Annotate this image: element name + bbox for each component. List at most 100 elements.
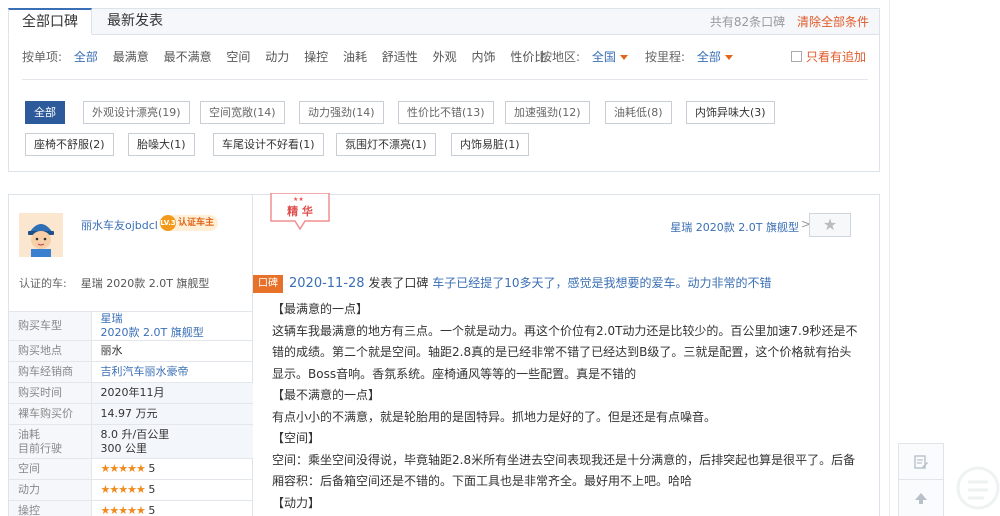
spec-value: 丽水	[91, 340, 253, 362]
tag-item[interactable]: 车尾设计不好看(1)	[213, 133, 324, 156]
tag-item[interactable]: 内饰异味大(3)	[686, 101, 775, 124]
spec-key: 购买时间	[9, 382, 92, 404]
tag-item[interactable]: 胎噪大(1)	[128, 133, 195, 156]
filter-option[interactable]: 动力	[265, 50, 289, 64]
favorite-star-button[interactable]: ★	[809, 213, 851, 237]
review-count: 共有82条口碑	[709, 15, 786, 29]
caret-down-icon	[619, 55, 628, 60]
section-heading: 【空间】	[272, 431, 321, 445]
star-rating: ★★★★★	[100, 462, 146, 475]
section-heading: 【动力】	[272, 495, 321, 510]
watermark-logo	[956, 466, 1000, 510]
spec-value-line[interactable]: 星瑞	[101, 312, 123, 325]
certified-owner-badge: LV.3 认证车主	[159, 215, 219, 231]
tag-item[interactable]: 内饰易脏(1)	[451, 133, 529, 156]
only-append-label: 只看有追加	[805, 50, 866, 64]
review-paragraph: 空间：乘坐空间没得说，毕竟轴距2.8米所有坐进去空间表现我还是十分满意的，后排突…	[272, 452, 856, 489]
review-body: 【最满意的一点】 这辆车我最满意的地方有三点。一个就是动力。再这个价位有2.0T…	[272, 299, 862, 514]
avatar-icon	[19, 213, 63, 257]
review-headline: 2020-11-28 发表了口碑 车子已经提了10多天了，感觉是我想要的爱车。动…	[289, 274, 772, 291]
tag-item[interactable]: 空间宽敞(14)	[200, 101, 285, 124]
spec-row: 裸车购买价 14.97 万元	[9, 403, 253, 425]
reviewer-panel: 丽水车友ojbdcl LV.3 认证车主 认证的车: 星瑞 2020款 2.0T 旗…	[9, 195, 253, 516]
spec-value: ★★★★★ 5	[91, 500, 253, 516]
tag-item[interactable]: 性价比不错(13)	[398, 101, 494, 124]
spec-row: 空间 ★★★★★ 5	[9, 458, 253, 480]
spec-row: 购买地点 丽水	[9, 340, 253, 362]
filter-option[interactable]: 空间	[226, 50, 250, 64]
spec-value-line[interactable]: 2020款 2.0T 旗舰型	[101, 326, 204, 339]
back-to-top-button[interactable]	[899, 480, 943, 516]
tab-all-reviews[interactable]: 全部口碑	[8, 8, 92, 35]
filter-option[interactable]: 全部	[74, 50, 98, 64]
spec-value: ★★★★★ 5	[91, 479, 253, 501]
filter-option[interactable]: 油耗	[343, 50, 367, 64]
certified-car-label: 认证的车:	[19, 277, 67, 290]
section-heading: 【最不满意的一点】	[272, 388, 381, 402]
filter-option[interactable]: 最不满意	[164, 50, 212, 64]
tab-latest[interactable]: 最新发表	[94, 8, 176, 35]
divider	[22, 79, 868, 80]
region-dropdown[interactable]: 按地区: 全国	[540, 47, 628, 67]
section-heading: 【最满意的一点】	[272, 302, 369, 316]
filter-option[interactable]: 内饰	[471, 50, 495, 64]
single-filter-label: 按单项:	[22, 50, 63, 64]
region-value[interactable]: 全国	[592, 50, 616, 64]
spec-key: 空间	[9, 458, 92, 480]
spec-value: 14.97 万元	[91, 403, 253, 425]
published-text: 发表了口碑	[368, 276, 429, 290]
filter-option[interactable]: 操控	[304, 50, 328, 64]
spec-value: ★★★★★ 5	[91, 458, 253, 480]
purchase-specs-table: 购买车型 星瑞 2020款 2.0T 旗舰型 购买地点 丽水 购车经销商 吉利汽车…	[9, 311, 253, 516]
spec-value-line: 8.0 升/百公里	[100, 427, 170, 441]
avatar[interactable]	[19, 213, 63, 257]
tag-item[interactable]: 加速强劲(12)	[505, 101, 590, 124]
filter-panel: 全部口碑 最新发表 共有82条口碑 清除全部条件 按单项: 全部 最满意 最不满…	[8, 8, 880, 172]
tab-bar: 全部口碑 最新发表 共有82条口碑 清除全部条件	[8, 8, 879, 35]
rating-score: 5	[148, 483, 156, 496]
clear-all-filters-link[interactable]: 清除全部条件	[797, 15, 869, 29]
spec-value[interactable]: 吉利汽车丽水豪帝	[91, 361, 253, 383]
arrow-up-icon	[915, 493, 927, 504]
tag-item[interactable]: 全部	[25, 101, 65, 124]
caret-down-icon	[724, 55, 733, 60]
spec-key-line: 油耗	[18, 427, 40, 441]
stamp-text: 精 华	[287, 205, 313, 218]
filter-option[interactable]: 外观	[433, 50, 457, 64]
spec-key: 购买车型	[9, 311, 92, 341]
spec-key: 油耗 目前行驶	[9, 424, 92, 459]
certified-car-value: 星瑞 2020款 2.0T 旗舰型	[80, 277, 210, 290]
review-title-link[interactable]: 车子已经提了10多天了，感觉是我想要的爱车。动力非常的不错	[432, 276, 771, 290]
review-paragraph: 这辆车我最满意的地方有三点。一个就是动力。再这个价位有2.0T动力还是比较少的。…	[272, 323, 858, 381]
tag-item[interactable]: 动力强劲(14)	[299, 101, 384, 124]
page-divider	[889, 0, 890, 516]
star-rating: ★★★★★	[100, 504, 146, 516]
spec-row: 购车经销商 吉利汽车丽水豪帝	[9, 361, 253, 383]
tag-item[interactable]: 氛围灯不漂亮(1)	[336, 133, 436, 156]
tag-item[interactable]: 油耗低(8)	[605, 101, 672, 124]
spec-row: 购买车型 星瑞 2020款 2.0T 旗舰型	[9, 311, 253, 341]
mileage-value[interactable]: 全部	[697, 50, 721, 64]
filter-option[interactable]: 舒适性	[382, 50, 418, 64]
feedback-button[interactable]	[899, 444, 943, 480]
filter-row: 按单项: 全部 最满意 最不满意 空间 动力 操控 油耗 舒适性 外观 内饰 性…	[22, 47, 868, 67]
reviewer-name[interactable]: 丽水车友ojbdcl	[81, 217, 158, 233]
car-model-link[interactable]: 星瑞 2020款 2.0T 旗舰型	[670, 219, 799, 235]
certified-car: 认证的车: 星瑞 2020款 2.0T 旗舰型	[19, 275, 209, 291]
spec-key: 操控	[9, 500, 92, 516]
badge-label: 认证车主	[178, 218, 215, 228]
checkbox-icon[interactable]	[790, 51, 802, 62]
rating-score: 5	[148, 462, 156, 475]
filter-option[interactable]: 最满意	[113, 50, 149, 64]
star-rating: ★★★★★	[100, 483, 146, 496]
spec-row: 操控 ★★★★★ 5	[9, 500, 253, 516]
tag-item[interactable]: 座椅不舒服(2)	[25, 133, 114, 156]
level-icon: LV.3	[160, 215, 176, 231]
only-append-checkbox[interactable]: 只看有追加	[790, 47, 866, 67]
star-icon: ★	[822, 215, 838, 234]
tag-item[interactable]: 外观设计漂亮(19)	[83, 101, 190, 124]
spec-row: 购买时间 2020年11月	[9, 382, 253, 404]
spec-value[interactable]: 星瑞 2020款 2.0T 旗舰型	[91, 311, 253, 341]
edit-icon	[914, 454, 928, 469]
mileage-dropdown[interactable]: 按里程: 全部	[645, 47, 733, 67]
